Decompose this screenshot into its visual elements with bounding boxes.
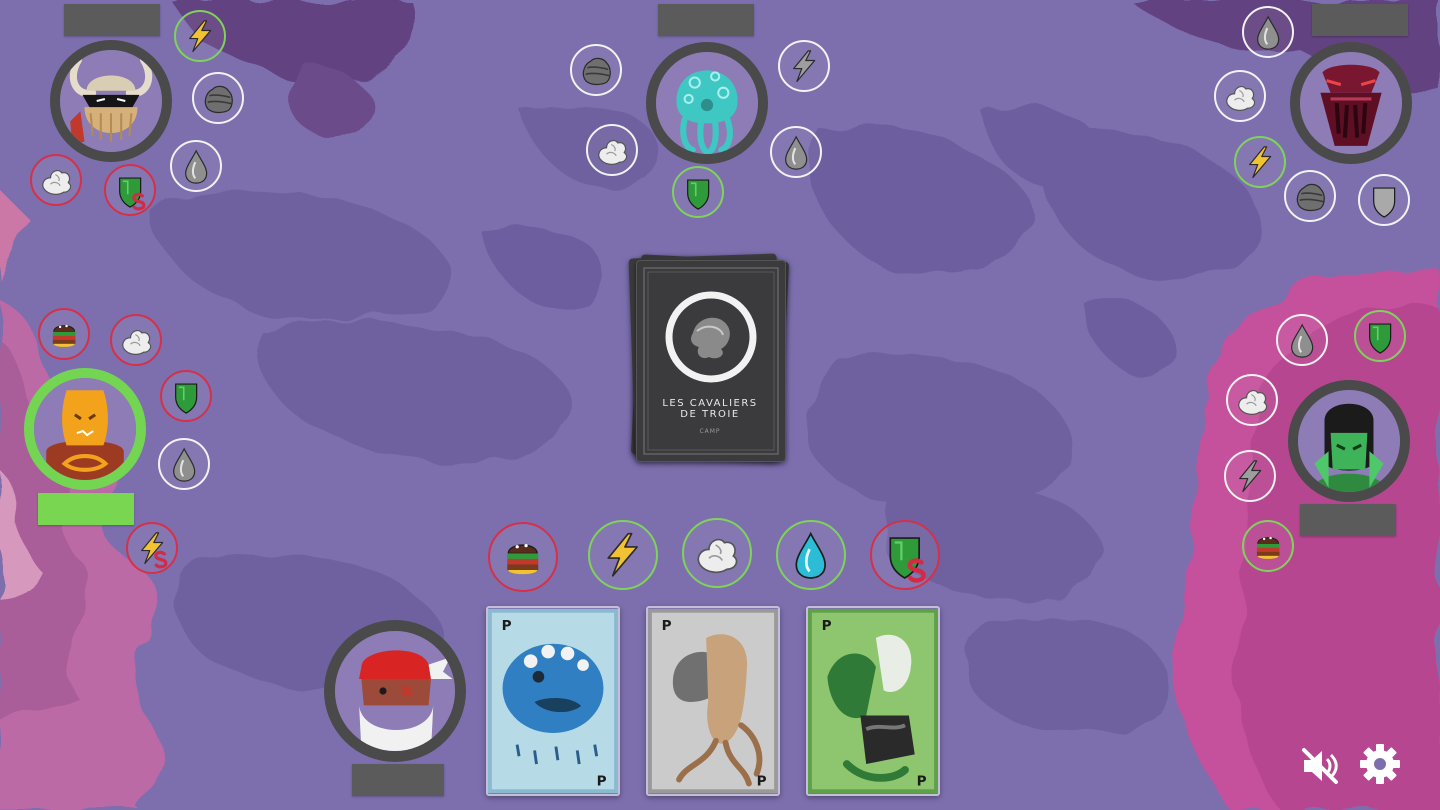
avatar-ninja[interactable] [324,620,466,762]
demon-portrait-icon [1300,52,1402,154]
player-name-bar-ninja [352,764,444,796]
avatar-robot[interactable] [24,368,146,490]
svg-text:P: P [822,618,832,634]
token-rock-viking[interactable] [192,72,244,124]
token-lightning-demon[interactable] [1234,136,1286,188]
settings-button[interactable] [1358,742,1402,786]
token-shield-knight[interactable] [1354,310,1406,362]
knight-portrait-icon [1298,390,1400,492]
token-water-robot[interactable] [158,438,210,490]
hand-card-lizard-rider[interactable]: P P [806,606,940,796]
token-ghost-demon[interactable] [1214,70,1266,122]
token-lightning-knight[interactable] [1224,450,1276,502]
token-water-demon[interactable] [1242,6,1294,58]
ninja-portrait-icon [335,631,455,751]
player-name-bar-viking [64,4,160,36]
avatar-knight[interactable] [1288,380,1410,502]
svg-text:P: P [597,773,607,789]
token-rock-demon[interactable] [1284,170,1336,222]
token-burger-robot[interactable] [38,308,90,360]
avatar-octopus[interactable] [646,42,768,164]
card-corner-label: P [502,618,512,634]
token-lightning-octopus[interactable] [778,40,830,92]
avatar-demon[interactable] [1290,42,1412,164]
token-lightning-ninja[interactable] [588,520,658,590]
mute-button[interactable] [1298,744,1342,788]
token-ghost-robot[interactable] [110,314,162,366]
svg-text:P: P [917,773,927,789]
token-ghost-octopus[interactable] [586,124,638,176]
token-shield-robot[interactable] [160,370,212,422]
frog-creature-icon: P P [648,608,778,794]
token-burger-knight[interactable] [1242,520,1294,572]
token-burger-ninja[interactable] [488,522,558,592]
token-shield-s-ninja[interactable] [870,520,940,590]
hand-card-pufferfish[interactable]: P P [486,606,620,796]
token-shield-octopus[interactable] [672,166,724,218]
token-water-viking[interactable] [170,140,222,192]
svg-text:P: P [662,618,672,634]
avatar-viking[interactable] [50,40,172,162]
pufferfish-icon: P P [488,608,618,794]
token-lightning-s-robot[interactable] [126,522,178,574]
token-rock-octopus[interactable] [570,44,622,96]
token-ghost-knight[interactable] [1226,374,1278,426]
lizard-rider-icon: P P [808,608,938,794]
player-name-bar-robot [38,493,134,525]
octopus-portrait-icon [656,52,758,154]
speaker-muted-icon [1302,748,1338,784]
token-ghost-ninja[interactable] [682,518,752,588]
token-shield-s-viking[interactable] [104,164,156,216]
viking-portrait-icon [60,50,162,152]
deck-subtitle: CAMP [699,428,721,435]
svg-text:P: P [757,773,767,789]
token-water-knight[interactable] [1276,314,1328,366]
player-name-bar-demon [1312,4,1408,36]
gear-icon [1360,744,1400,784]
token-lightning-viking[interactable] [174,10,226,62]
token-ghost-viking[interactable] [30,154,82,206]
robot-portrait-icon [34,378,136,480]
token-water-octopus[interactable] [770,126,822,178]
player-name-bar-knight [1300,504,1396,536]
hand-card-frog-creature[interactable]: P P [646,606,780,796]
deck-title: LES CAVALIERS DE TROIE [662,398,758,420]
token-water-ninja[interactable] [776,520,846,590]
player-name-bar-octopus [658,4,754,36]
token-shield-demon[interactable] [1358,174,1410,226]
